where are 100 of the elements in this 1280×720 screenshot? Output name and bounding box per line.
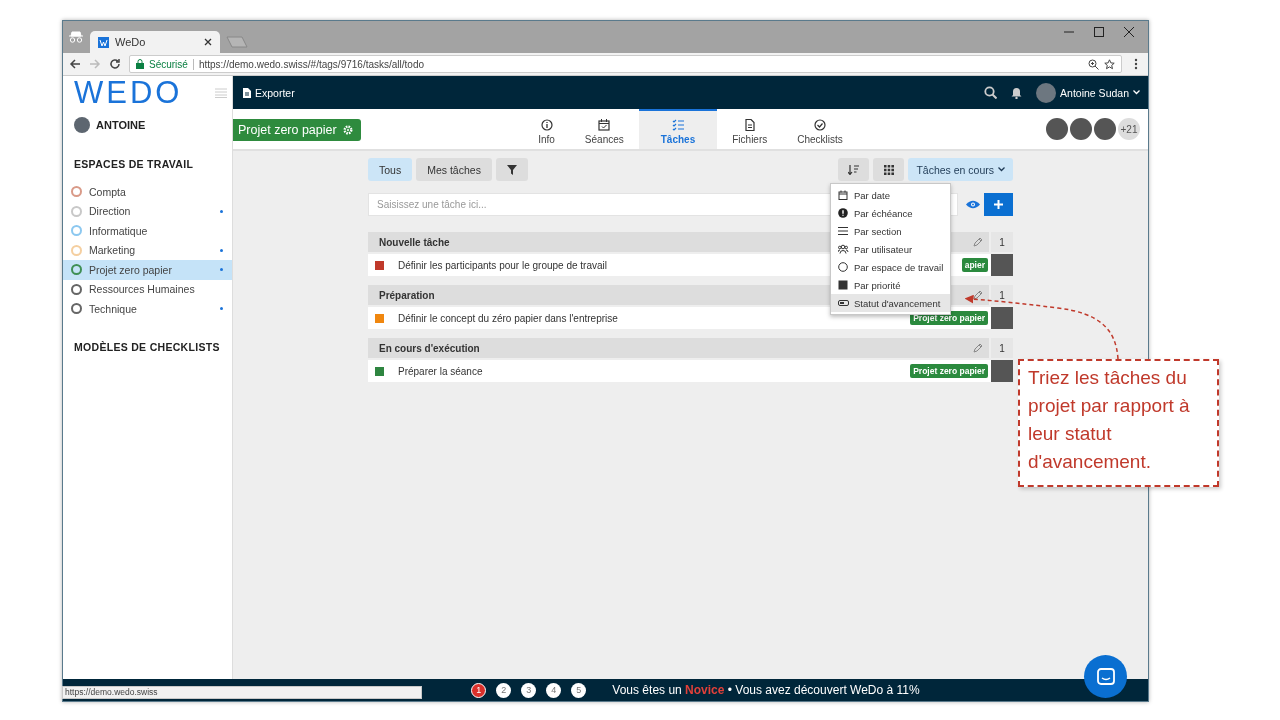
step-indicator: 1 xyxy=(471,682,487,698)
user-menu[interactable]: Antoine Sudan xyxy=(1036,82,1140,103)
avatar xyxy=(991,307,1013,329)
workspace-item[interactable]: Projet zero papier xyxy=(63,260,232,280)
section-title: En cours d'exécution xyxy=(378,342,481,354)
circle-icon xyxy=(838,262,849,272)
address-bar[interactable]: Sécurisé https://demo.wedo.swiss/#/tags/9716/tasks/all/todo xyxy=(129,55,1122,73)
filter-tab[interactable]: Mes tâches xyxy=(416,158,492,181)
filter-button[interactable] xyxy=(495,158,528,181)
file-icon xyxy=(243,87,251,98)
users-icon xyxy=(838,244,849,254)
pencil-icon xyxy=(973,237,983,247)
workspace-label: Marketing xyxy=(89,244,137,257)
checklist-icon xyxy=(672,119,684,131)
lock-icon xyxy=(136,59,144,69)
browser-tab[interactable]: WeDo xyxy=(90,31,220,53)
info-icon xyxy=(540,119,553,131)
section-heading: ESPACES DE TRAVAIL xyxy=(73,158,195,170)
project-tag: Projet zero papier xyxy=(910,364,988,378)
zoom-icon[interactable] xyxy=(1088,58,1099,70)
plus-icon xyxy=(994,200,1003,209)
url-text: https://demo.wedo.swiss/#/tags/9716/tasks/all/todo xyxy=(198,58,426,70)
filter-icon xyxy=(506,164,517,175)
task-row[interactable]: Définir le concept du zéro papier dans l'entreprise Projet zero papier xyxy=(368,307,1013,329)
grid-icon xyxy=(883,164,894,175)
calendar-icon xyxy=(598,119,611,131)
filter-tab[interactable]: Tous xyxy=(368,158,413,181)
close-icon[interactable] xyxy=(204,38,212,46)
star-icon[interactable] xyxy=(1104,58,1115,70)
caret-icon xyxy=(998,167,1005,172)
avatar xyxy=(991,254,1013,276)
workspace-item[interactable]: Ressources Humaines xyxy=(63,279,232,299)
maximize-icon[interactable] xyxy=(1094,27,1104,37)
sort-icon xyxy=(848,164,860,175)
project-button[interactable]: Projet zero papier xyxy=(233,119,361,141)
search-icon[interactable] xyxy=(984,86,998,99)
grid-button[interactable] xyxy=(873,158,905,181)
avatar xyxy=(74,117,90,133)
add-task-button[interactable] xyxy=(984,193,1013,216)
bell-icon[interactable] xyxy=(1011,86,1023,99)
exclamation-icon xyxy=(838,208,849,218)
tab[interactable]: Fichiers xyxy=(717,109,783,149)
callout-note: Triez les tâches du projet par rapport à leur statut d'avancement. xyxy=(1018,359,1219,487)
step-indicator: 3 xyxy=(521,682,537,698)
task-count: 1 xyxy=(989,285,1013,305)
back-icon[interactable] xyxy=(69,58,81,70)
section-title: Nouvelle tâche xyxy=(378,236,451,248)
gear-icon xyxy=(343,125,353,135)
workspace-label: Technique xyxy=(89,302,138,315)
step-indicator: 4 xyxy=(546,682,562,698)
workspace-item[interactable]: Direction xyxy=(63,201,232,221)
check-circle-icon xyxy=(814,119,827,131)
section-heading: MODÈLES DE CHECKLISTS xyxy=(73,340,221,353)
sort-button[interactable] xyxy=(838,158,870,181)
eye-icon xyxy=(966,200,980,209)
export-button[interactable]: Exporter xyxy=(243,86,295,99)
task-title: Préparer la séance xyxy=(398,365,483,377)
section-title: Préparation xyxy=(378,289,436,301)
step-indicator: 5 xyxy=(571,682,587,698)
workspace-label: Direction xyxy=(89,205,132,218)
project-tag: apier xyxy=(961,258,988,272)
reload-icon[interactable] xyxy=(109,58,121,70)
avatar xyxy=(991,360,1013,382)
pencil-icon xyxy=(973,343,983,353)
workspace-item[interactable]: Compta xyxy=(63,182,232,202)
document-icon xyxy=(743,119,756,131)
tab[interactable]: Tâches xyxy=(638,109,718,149)
tab[interactable]: Checklists xyxy=(782,109,858,149)
task-row[interactable]: Préparer la séance Projet zero papier xyxy=(368,360,1013,382)
step-indicator: 2 xyxy=(496,682,512,698)
square-icon xyxy=(838,280,849,290)
close-icon[interactable] xyxy=(1124,27,1134,37)
caret-icon xyxy=(1133,90,1140,95)
workspace-item[interactable]: Informatique xyxy=(63,221,232,241)
user-name: ANTOINE xyxy=(96,119,146,131)
progress-bar-icon xyxy=(838,298,849,308)
task-count: 1 xyxy=(989,338,1013,358)
calendar-icon xyxy=(838,190,849,200)
avatar xyxy=(1046,118,1068,140)
menu-item[interactable]: Statut d'avancement xyxy=(831,294,951,312)
workspace-item[interactable]: Marketing xyxy=(63,240,232,260)
status-url: https://demo.wedo.swiss xyxy=(62,686,422,699)
menu-item[interactable]: Par espace de travail xyxy=(831,258,951,276)
tab[interactable]: Info xyxy=(523,109,570,149)
workspace-label: Compta xyxy=(89,185,127,198)
tab[interactable]: Séances xyxy=(569,109,639,149)
pencil-icon xyxy=(973,290,983,300)
menu-item[interactable]: Par priorité xyxy=(831,276,951,294)
task-title: Définir le concept du zéro papier dans l'entreprise xyxy=(398,312,618,324)
tab-title: WeDo xyxy=(115,36,147,48)
security-label: Sécurisé xyxy=(149,58,188,70)
workspace-item[interactable]: Technique xyxy=(63,299,232,319)
task-title: Définir les participants pour le groupe de travail xyxy=(398,259,607,271)
progress-message: Vous êtes un Novice • Vous avez découvert WeDo à 11% xyxy=(612,683,920,697)
workspace-label: Informatique xyxy=(89,224,149,237)
status-filter-dropdown[interactable]: Tâches en cours xyxy=(908,158,1013,181)
menu-item[interactable]: Par section xyxy=(831,222,951,240)
workspace-label: Ressources Humaines xyxy=(89,283,196,296)
favicon-icon xyxy=(98,36,109,48)
chat-icon xyxy=(1096,667,1115,686)
